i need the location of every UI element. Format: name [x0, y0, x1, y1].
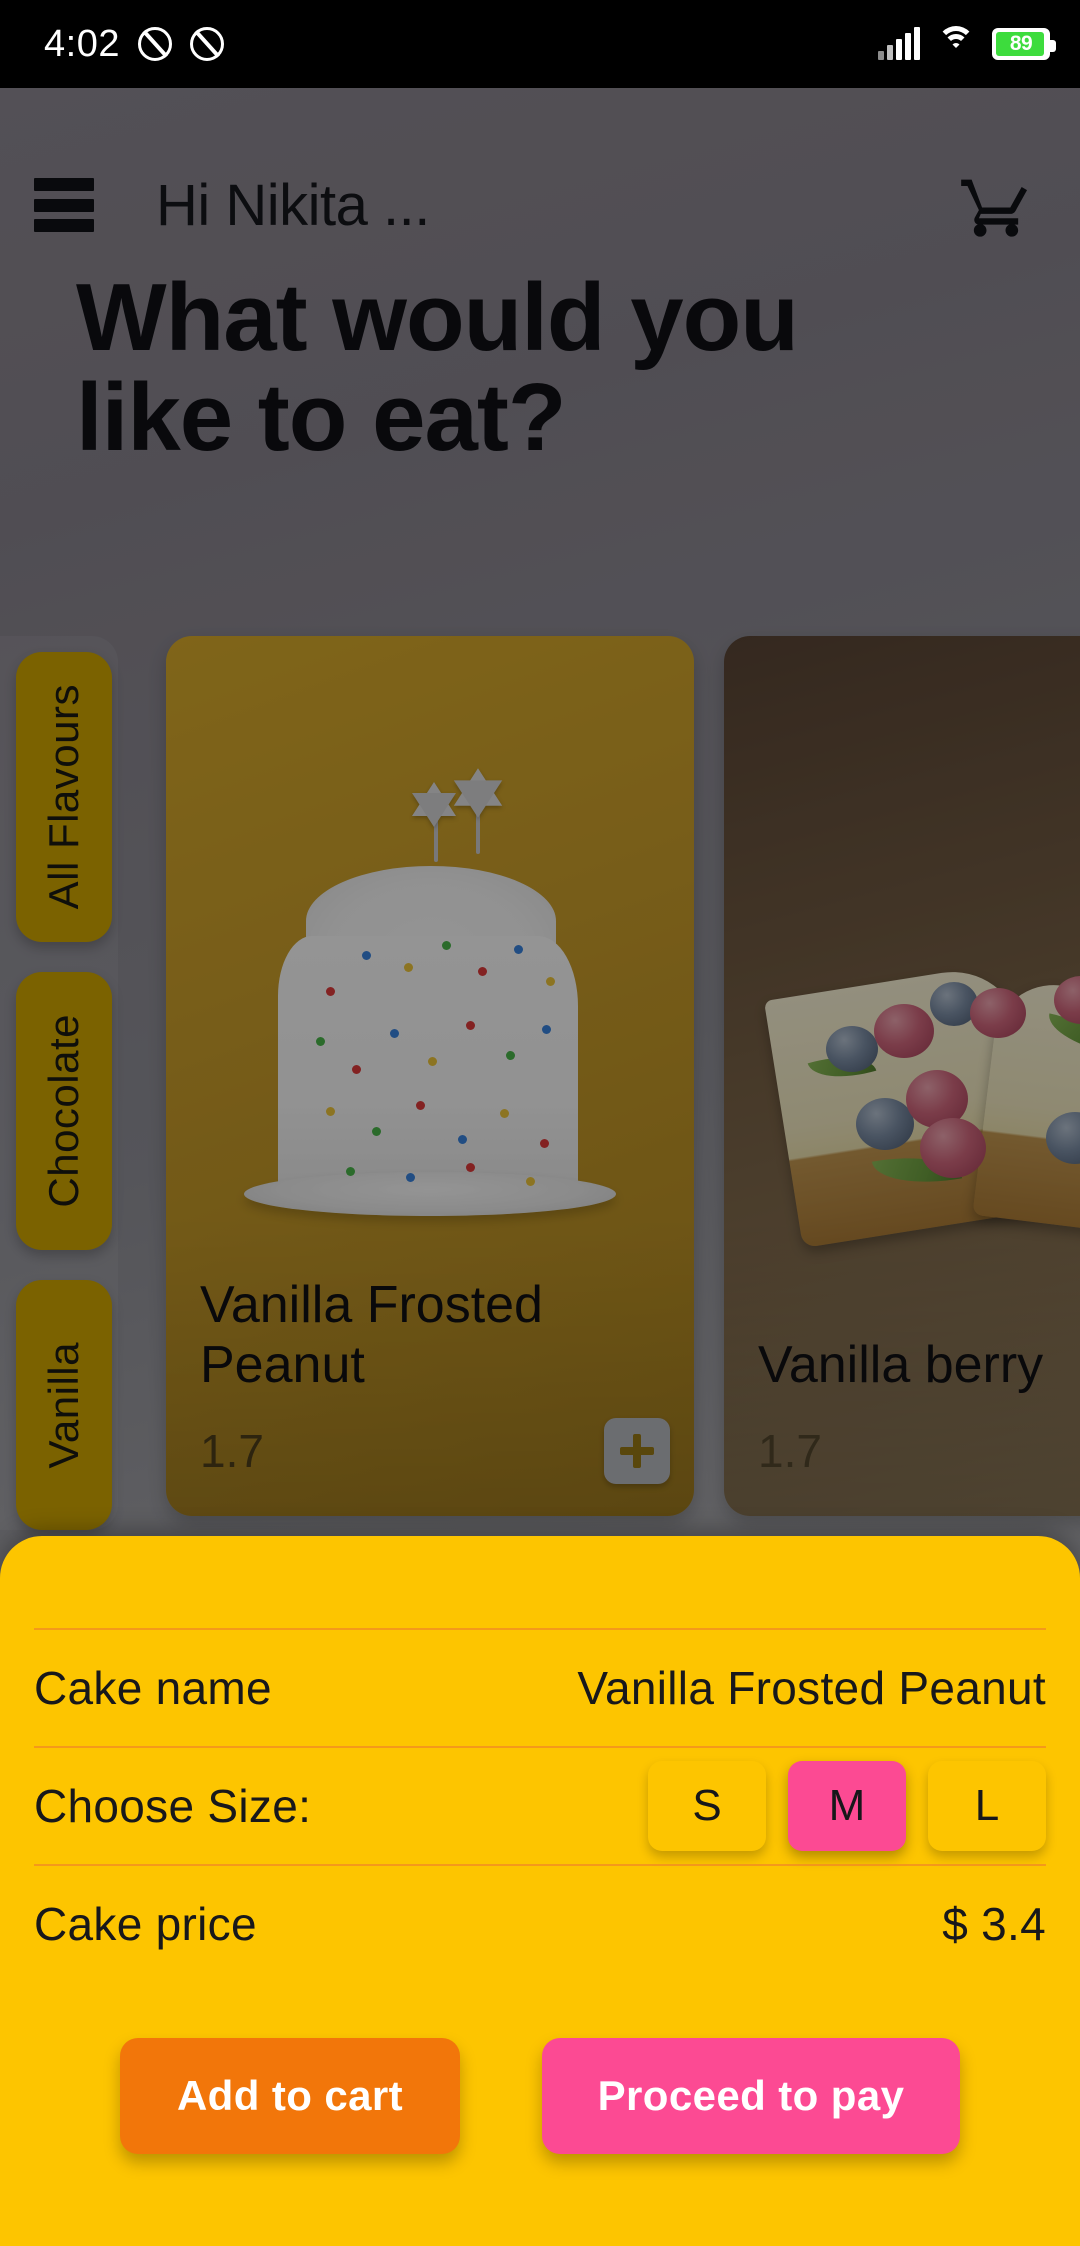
- cake-name-value: Vanilla Frosted Peanut: [577, 1662, 1046, 1714]
- flavour-tab-label: All Flavours: [40, 684, 87, 910]
- flavour-tab-vanilla[interactable]: Vanilla: [16, 1280, 112, 1530]
- app-bar: Hi Nikita ...: [0, 150, 1080, 260]
- wifi-icon: [936, 26, 976, 60]
- flavour-tab-all-flavours[interactable]: All Flavours: [16, 652, 112, 942]
- divider: [34, 1746, 1046, 1748]
- choose-size-row: Choose Size: S M L: [34, 1748, 1046, 1864]
- product-card[interactable]: Vanilla berry 1.7: [724, 636, 1080, 1516]
- sheet-actions: Add to cart Proceed to pay: [34, 2038, 1046, 2154]
- product-card-list: Vanilla Frosted Peanut 1.7 Vanilla berry…: [166, 636, 1080, 1516]
- greeting-text: Hi Nikita ...: [156, 172, 430, 238]
- cake-price-value: $ 3.4: [942, 1898, 1046, 1950]
- hamburger-menu-icon[interactable]: [34, 178, 94, 232]
- add-to-cart-plus-icon[interactable]: [604, 1418, 670, 1484]
- product-price: 1.7: [758, 1425, 822, 1477]
- product-price: 1.7: [200, 1425, 264, 1477]
- mute-icon: [189, 27, 224, 61]
- status-bar-right: 89: [878, 26, 1056, 60]
- flavour-filter-rail: All Flavours Chocolate Vanilla: [0, 636, 118, 1530]
- product-name: Vanilla Frosted Peanut: [200, 1276, 543, 1395]
- cake-name-label: Cake name: [34, 1662, 272, 1714]
- status-bar-left: 4:02: [44, 23, 224, 66]
- product-card-footer: 1.7: [200, 1418, 670, 1484]
- flavour-tab-label: Chocolate: [40, 1014, 87, 1208]
- cake-price-row: Cake price $ 3.4: [34, 1866, 1046, 1982]
- signal-icon: [878, 27, 920, 60]
- size-selector: S M L: [648, 1761, 1046, 1851]
- size-option-l[interactable]: L: [928, 1761, 1046, 1851]
- flavour-tab-chocolate[interactable]: Chocolate: [16, 972, 112, 1250]
- do-not-disturb-icon: [137, 27, 172, 61]
- status-time: 4:02: [44, 22, 120, 65]
- choose-size-label: Choose Size:: [34, 1780, 312, 1832]
- size-option-s[interactable]: S: [648, 1761, 766, 1851]
- battery-icon: 89: [992, 28, 1056, 60]
- shopping-cart-icon[interactable]: [956, 165, 1036, 245]
- flavour-tab-label: Vanilla: [40, 1341, 87, 1469]
- proceed-to-pay-button[interactable]: Proceed to pay: [542, 2038, 960, 2154]
- product-card-footer: 1.7: [758, 1418, 1080, 1484]
- status-bar: 4:02 89: [0, 0, 1080, 88]
- battery-percent: 89: [1009, 32, 1033, 55]
- add-to-cart-button[interactable]: Add to cart: [120, 2038, 460, 2154]
- cake-price-label: Cake price: [34, 1898, 257, 1950]
- divider: [34, 1628, 1046, 1630]
- product-card-info: Vanilla Frosted Peanut 1.7: [200, 1276, 670, 1484]
- app-screen: 4:02 89 Hi Nikita ... What would you lik…: [0, 0, 1080, 2246]
- product-name: Vanilla berry: [758, 1336, 1044, 1395]
- page-title: What would you like to eat?: [76, 264, 799, 471]
- divider: [34, 1864, 1046, 1866]
- cake-name-row: Cake name Vanilla Frosted Peanut: [34, 1630, 1046, 1746]
- size-option-m[interactable]: M: [788, 1761, 906, 1851]
- cake-detail-sheet: Cake name Vanilla Frosted Peanut Choose …: [0, 1536, 1080, 2246]
- product-card-info: Vanilla berry 1.7: [758, 1336, 1080, 1484]
- product-card[interactable]: Vanilla Frosted Peanut 1.7: [166, 636, 694, 1516]
